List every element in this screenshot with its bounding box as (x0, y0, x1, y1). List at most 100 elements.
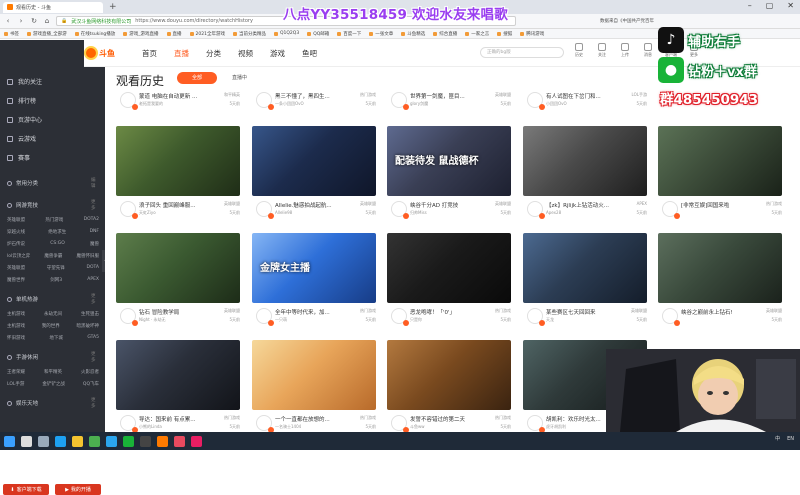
section-more-link[interactable]: 更多 (91, 397, 96, 409)
category-link[interactable]: 金铲铲之战 (42, 381, 65, 387)
card-title[interactable]: 有人试图在下岔门和... (546, 92, 616, 100)
card-streamer[interactable]: 只是你 (410, 317, 480, 323)
card-title[interactable]: 峡谷之巅前永上钻石! (681, 308, 751, 316)
game-icon[interactable] (174, 435, 185, 447)
card-category[interactable]: LOL手游 (619, 92, 647, 98)
video-thumbnail[interactable] (116, 340, 240, 410)
card-title[interactable]: 钻石 冒险教学局 (139, 308, 209, 316)
explorer-icon[interactable] (72, 435, 83, 447)
card-streamer[interactable]: 天虹Ziyo (139, 210, 209, 216)
bookmark-item[interactable]: 书签 (4, 31, 19, 37)
minimize-icon[interactable]: – (748, 1, 752, 10)
card-category[interactable]: 热门游戏 (348, 415, 376, 421)
card-title[interactable]: 【zk】Rjlijk上钻活动火... (546, 201, 616, 209)
history-card[interactable]: 峡谷之巅前永上钻石! 英雄联盟 5天前 (658, 233, 782, 338)
card-category[interactable]: 热门游戏 (483, 308, 511, 314)
close-icon[interactable]: ✕ (787, 1, 794, 10)
section-more-link[interactable]: 更多 (91, 199, 96, 211)
card-category[interactable]: APEX (619, 201, 647, 206)
category-link[interactable]: 魔兽 (90, 241, 99, 247)
filter-live-button[interactable]: 直播中 (232, 72, 247, 84)
category-link[interactable]: 热门游戏 (45, 217, 63, 223)
start-stream-button[interactable]: ▶ 我的开播 (55, 484, 101, 495)
category-link[interactable]: 守望先锋 (47, 265, 65, 271)
nav-item-鱼吧[interactable]: 鱼吧 (302, 48, 317, 59)
card-title[interactable]: 黑三不懂了，黑四生... (275, 92, 345, 100)
history-button[interactable]: 历史 (572, 43, 586, 58)
back-icon[interactable]: ‹ (4, 17, 12, 25)
bookmark-item[interactable]: 在线tsuking播放 (74, 31, 115, 37)
card-streamer[interactable]: glory剑魔 (410, 101, 480, 107)
category-link[interactable]: GTA5 (87, 335, 99, 341)
video-thumbnail[interactable] (658, 233, 782, 303)
bookmark-item[interactable]: 一张文章 (369, 31, 393, 37)
video-thumbnail[interactable] (523, 233, 647, 303)
history-card[interactable]: 导达：国来前 有点累... 小熊的Linda 热门游戏 5天前 (116, 340, 240, 432)
client-download-button[interactable]: ⬇ 客户端下载 (3, 484, 49, 495)
forward-icon[interactable]: › (17, 17, 25, 25)
bookmark-item[interactable]: 直播 (166, 31, 182, 37)
category-link[interactable]: DNF (90, 229, 99, 235)
history-card[interactable]: 恶龙咆哮！「'0'」 只是你 热门游戏 5天前 (387, 233, 511, 338)
card-streamer[interactable]: 一名骑士1404 (275, 424, 345, 430)
history-card-partial[interactable]: 蒙道 电脑在自动更新 ... 老拓是我要的 和平精英 5天前 (116, 87, 240, 117)
card-category[interactable]: 英雄联盟 (483, 201, 511, 207)
douyu-logo[interactable]: 斗鱼 (84, 45, 120, 61)
card-category[interactable]: 英雄联盟 (212, 201, 240, 207)
sidebar-item[interactable]: 排行榜 (7, 96, 36, 105)
sidebar-item[interactable]: 页游中心 (7, 115, 42, 124)
history-card[interactable]: 某些赛区七天回回来 天龙 英雄联盟 5天前 (523, 233, 647, 338)
section-more-link[interactable]: 编辑 (91, 177, 96, 189)
windows-icon[interactable] (4, 435, 15, 447)
card-category[interactable]: 热门游戏 (754, 201, 782, 207)
category-link[interactable]: 主机游戏 (7, 323, 25, 329)
sidebar-item[interactable]: 我的关注 (7, 77, 42, 86)
history-card[interactable]: [非常互娱]回国来啦 热门游戏 5天前 (658, 126, 782, 231)
card-category[interactable]: 英雄联盟 (212, 308, 240, 314)
card-category[interactable]: 热门游戏 (212, 415, 240, 421)
wechat-icon[interactable] (123, 435, 134, 447)
video-thumbnail[interactable] (116, 233, 240, 303)
card-title[interactable]: 峡谷千分AD 打竞技 (410, 201, 480, 209)
card-streamer[interactable]: 斗鱼ww (410, 424, 480, 430)
card-category[interactable]: 热门游戏 (483, 415, 511, 421)
douyu-icon[interactable] (157, 435, 168, 447)
category-link[interactable]: 永劫无间 (44, 311, 62, 317)
card-category[interactable]: 热门游戏 (348, 92, 376, 98)
video-thumbnail[interactable] (116, 126, 240, 196)
card-streamer[interactable]: 一条小团团OvO (275, 101, 345, 107)
nav-item-视频[interactable]: 视频 (238, 48, 253, 59)
video-thumbnail[interactable] (523, 126, 647, 196)
card-title[interactable]: 一个一直都在放想的... (275, 415, 345, 423)
history-card[interactable]: 发誓不容错过的第二天 斗鱼ww 热门游戏 5天前 (387, 340, 511, 432)
card-category[interactable]: 热门游戏 (348, 308, 376, 314)
bookmark-item[interactable]: Q1Q2Q3 (273, 31, 299, 36)
card-streamer[interactable]: 老拓是我要的 (139, 101, 209, 107)
video-thumbnail[interactable] (658, 126, 782, 196)
bookmark-item[interactable]: 一家之言 (465, 31, 489, 37)
history-card-partial[interactable]: 世界第一剑魔，匪目... glory剑魔 英雄联盟 5天前 (387, 87, 511, 117)
category-link[interactable]: 主机游戏 (7, 311, 25, 317)
category-link[interactable]: CS:GO (50, 241, 65, 247)
search-input[interactable]: 正确的bg版 (480, 47, 564, 58)
category-link[interactable]: 和平精英 (44, 369, 62, 375)
video-thumbnail[interactable] (252, 340, 376, 410)
bookmark-item[interactable]: 综合直播 (433, 31, 457, 37)
nav-item-游戏[interactable]: 游戏 (270, 48, 285, 59)
category-link[interactable]: QQ飞车 (83, 381, 99, 387)
search-icon[interactable] (21, 435, 32, 447)
card-streamer[interactable]: Allelie98 (275, 210, 345, 215)
category-link[interactable]: 英雄联盟 (7, 217, 25, 223)
category-link[interactable]: 地下城 (49, 335, 63, 341)
category-link[interactable]: 绝地求生 (48, 229, 66, 235)
history-card[interactable]: 【zk】Rjlijk上钻活动火... Apex28 APEX 5天前 (523, 126, 647, 231)
bookmark-item[interactable]: 搜狐 (497, 31, 512, 37)
video-thumbnail[interactable]: 配装待发 鼠战德杯 (387, 126, 511, 196)
category-link[interactable]: 炉石传说 (7, 241, 25, 247)
history-card[interactable]: Allelie.魅惑拍战起航... Allelie98 英雄联盟 5天前 (252, 126, 376, 231)
category-link[interactable]: 生死狙击 (81, 311, 99, 317)
card-streamer[interactable]: 归帅Miss (410, 210, 480, 216)
card-title[interactable]: 发誓不容错过的第二天 (410, 415, 480, 423)
card-title[interactable]: 世界第一剑魔，匪目... (410, 92, 480, 100)
section-more-link[interactable]: 更多 (91, 293, 96, 305)
